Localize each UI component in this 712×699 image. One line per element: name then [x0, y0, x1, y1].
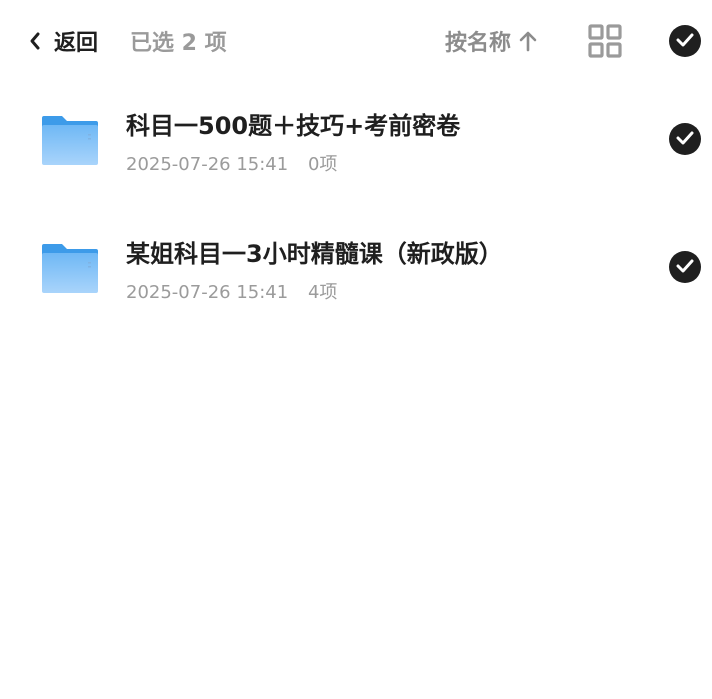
folder-name: 某姐科目一3小时精髓课（新政版） [126, 240, 503, 268]
chevron-left-icon [28, 31, 42, 51]
item-select-checkbox[interactable] [669, 251, 701, 283]
sort-by-name-button[interactable]: 按名称 [445, 22, 537, 60]
folder-meta: 2025-07-26 15:41 4项 [126, 278, 337, 304]
folder-item-count: 4项 [307, 282, 338, 303]
item-select-checkbox[interactable] [669, 123, 701, 155]
list-item[interactable]: 科目一500题＋技巧+考前密卷 2025-07-26 15:41 0项 [0, 88, 712, 198]
select-all-checkbox[interactable] [669, 25, 701, 57]
sort-label: 按名称 [445, 31, 512, 56]
list-item[interactable]: 某姐科目一3小时精髓课（新政版） 2025-07-26 15:41 4项 [0, 216, 712, 326]
folder-date: 2025-07-26 15:41 [126, 282, 289, 303]
folder-icon [40, 242, 100, 294]
grid-view-icon [588, 24, 622, 62]
check-icon [676, 32, 694, 51]
folder-meta: 2025-07-26 15:41 0项 [126, 150, 337, 176]
back-label: 返回 [54, 31, 99, 56]
check-icon [676, 130, 694, 149]
check-icon [676, 258, 694, 277]
grid-view-button[interactable] [588, 24, 622, 58]
back-button[interactable]: 返回 [28, 22, 98, 60]
arrow-up-icon [519, 30, 537, 52]
folder-icon [40, 114, 100, 166]
folder-name: 科目一500题＋技巧+考前密卷 [126, 112, 461, 140]
top-bar: 返回 已选 2 项 按名称 [0, 0, 712, 82]
folder-item-count: 0项 [307, 154, 338, 175]
selected-count-label: 已选 2 项 [130, 31, 227, 56]
folder-date: 2025-07-26 15:41 [126, 154, 289, 175]
